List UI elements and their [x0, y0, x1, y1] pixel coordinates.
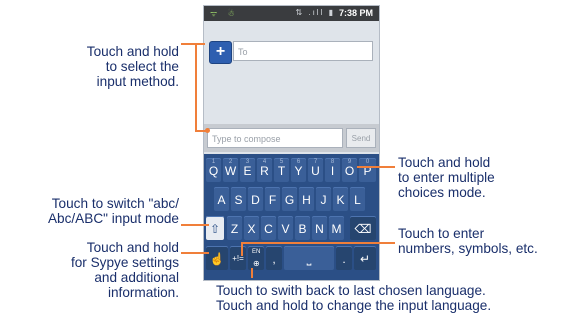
key-u[interactable]: 7U	[308, 158, 323, 182]
notification-icons: ᯤ ☃	[210, 9, 239, 18]
leader-settings	[181, 252, 209, 254]
recipient-row: + To	[209, 41, 374, 65]
compose-input[interactable]: Type to compose	[207, 128, 343, 148]
enter-key[interactable]: ↵	[354, 246, 376, 270]
key-l[interactable]: L	[350, 187, 365, 211]
key-p[interactable]: 0P	[359, 158, 376, 182]
key-w[interactable]: 2W	[223, 158, 238, 182]
leader-dot	[205, 128, 210, 133]
leader-input-method-vertical	[195, 43, 197, 131]
key-r[interactable]: 4R	[257, 158, 272, 182]
leader-input-method	[181, 43, 205, 45]
key-m[interactable]: M	[329, 216, 344, 240]
key-o[interactable]: 9O	[342, 158, 357, 182]
phone-screen: ᯤ ☃ ⇅ .ıll ▮ 7:38 PM + To Type to compos…	[203, 5, 380, 281]
backspace-icon: ⌫	[354, 222, 372, 236]
callout-language: Touch to swith back to last chosen langu…	[216, 283, 492, 313]
callout-input-method: Touch and hold to select the input metho…	[86, 44, 179, 89]
recipient-field[interactable]: To	[233, 41, 373, 61]
signal-icons: ⇅ .ıll ▮	[295, 8, 335, 17]
space-icon: ⎵	[306, 252, 312, 266]
leader-multiple	[357, 166, 395, 168]
key-z[interactable]: Z	[227, 216, 242, 240]
comma-key[interactable]: ,	[266, 246, 282, 270]
key-v[interactable]: V	[278, 216, 293, 240]
key-a[interactable]: A	[214, 187, 229, 211]
key-g[interactable]: G	[282, 187, 297, 211]
backspace-key[interactable]: ⌫	[350, 216, 376, 240]
callout-settings: Touch and hold for Sypye settings and ad…	[70, 240, 179, 300]
status-time: 7:38 PM	[338, 8, 373, 18]
space-key[interactable]: ⎵	[284, 246, 334, 270]
key-d[interactable]: D	[248, 187, 263, 211]
settings-key[interactable]: ☝	[206, 246, 228, 270]
key-j[interactable]: J	[316, 187, 331, 211]
leader-numbers-vertical	[241, 242, 243, 256]
shift-key[interactable]: ⇧	[206, 216, 224, 240]
key-q[interactable]: 1Q	[206, 158, 221, 182]
shift-icon: ⇧	[209, 222, 221, 236]
key-f[interactable]: F	[265, 187, 280, 211]
enter-icon: ↵	[359, 252, 371, 266]
callout-numbers: Touch to enter numbers, symbols, etc.	[398, 226, 538, 256]
key-s[interactable]: S	[231, 187, 246, 211]
language-key[interactable]: EN ⊕	[248, 246, 264, 270]
hand-icon: ☝	[209, 252, 225, 266]
soft-keyboard: 1Q 2W 3E 4R 5T 6Y 7U 8I 9O 0P A S D F G …	[204, 154, 379, 280]
key-i[interactable]: 8I	[325, 158, 340, 182]
compose-bar: Type to compose Send	[204, 124, 379, 152]
leader-abc	[181, 224, 209, 226]
key-k[interactable]: K	[333, 187, 348, 211]
leader-language	[251, 268, 253, 278]
period-key[interactable]: .	[336, 246, 352, 270]
leader-numbers	[241, 242, 395, 244]
key-e[interactable]: 3E	[240, 158, 255, 182]
status-bar: ᯤ ☃ ⇅ .ıll ▮ 7:38 PM	[204, 6, 379, 21]
add-recipient-button[interactable]: +	[209, 41, 232, 64]
key-n[interactable]: N	[312, 216, 327, 240]
key-y[interactable]: 6Y	[291, 158, 306, 182]
globe-icon: ⊕	[253, 259, 260, 268]
key-x[interactable]: X	[244, 216, 259, 240]
key-b[interactable]: B	[295, 216, 310, 240]
key-h[interactable]: H	[299, 187, 314, 211]
send-button[interactable]: Send	[346, 128, 376, 148]
symbols-key[interactable]: +!=	[230, 246, 246, 270]
key-c[interactable]: C	[261, 216, 276, 240]
key-t[interactable]: 5T	[274, 158, 289, 182]
callout-multiple-choices: Touch and hold to enter multiple choices…	[398, 155, 495, 200]
callout-abc-mode: Touch to switch "abc/ Abc/ABC" input mod…	[47, 196, 179, 226]
